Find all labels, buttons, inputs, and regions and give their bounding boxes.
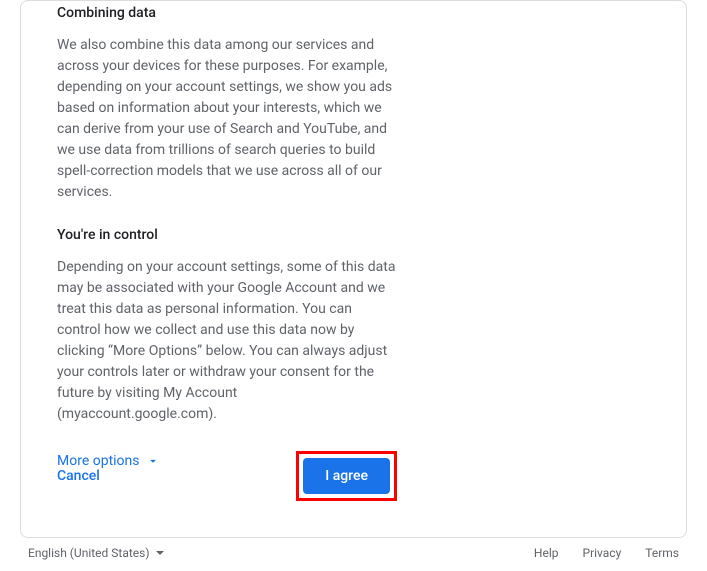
section-heading: You're in control [57, 227, 397, 243]
section-heading: Combining data [57, 5, 397, 21]
agree-button[interactable]: I agree [303, 458, 390, 494]
caret-down-icon [156, 551, 164, 555]
section-body: Depending on your account settings, some… [57, 257, 397, 425]
action-button-row: Cancel I agree [57, 451, 397, 501]
footer-links: Help Privacy Terms [534, 546, 679, 560]
highlight-box: I agree [296, 451, 397, 501]
help-link[interactable]: Help [534, 546, 559, 560]
signup-consent-card: Combining data We also combine this data… [20, 0, 687, 538]
language-label: English (United States) [28, 546, 150, 560]
terms-link[interactable]: Terms [645, 546, 679, 560]
section-in-control: You're in control Depending on your acco… [57, 227, 397, 425]
page-footer: English (United States) Help Privacy Ter… [0, 538, 707, 560]
language-selector[interactable]: English (United States) [28, 546, 164, 560]
cancel-button[interactable]: Cancel [57, 468, 100, 484]
section-combining-data: Combining data We also combine this data… [57, 1, 397, 203]
section-body: We also combine this data among our serv… [57, 35, 397, 203]
content-column: Combining data We also combine this data… [57, 1, 397, 469]
privacy-link[interactable]: Privacy [583, 546, 622, 560]
